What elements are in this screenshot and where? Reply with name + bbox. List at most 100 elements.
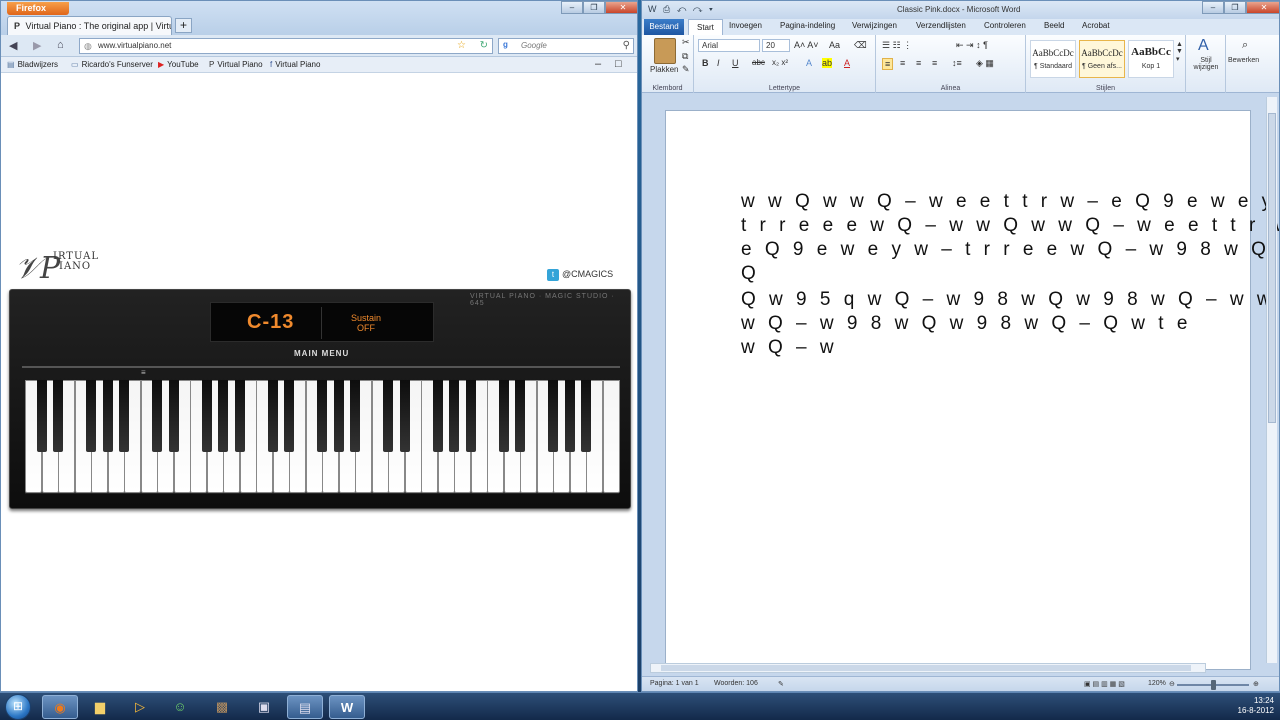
forward-icon[interactable]: ▶ — [33, 39, 41, 52]
explorer-taskbar-icon[interactable]: ▆ — [82, 695, 118, 719]
bookmark-item[interactable]: ▶ YouTube — [158, 60, 199, 69]
zoom-in-icon[interactable]: ⊕ — [1253, 680, 1259, 688]
document-page[interactable]: w w Q w w Q – w e e t t r w – e Q 9 e w … — [665, 110, 1279, 670]
black-key[interactable] — [432, 380, 443, 452]
align-center-icon[interactable]: ≡ — [900, 58, 905, 68]
black-key[interactable] — [152, 380, 162, 452]
main-menu-button[interactable]: MAIN MENU — [294, 349, 349, 358]
home-icon[interactable]: ⌂ — [57, 39, 64, 51]
black-key[interactable] — [86, 380, 96, 452]
bookmark-item[interactable]: P Virtual Piano — [209, 60, 263, 69]
align-left-icon[interactable]: ≡ — [882, 58, 894, 70]
black-key[interactable] — [564, 380, 575, 452]
tab-verwijzingen[interactable]: Verwijzingen — [852, 21, 897, 30]
black-key[interactable] — [102, 380, 113, 452]
change-case-icon[interactable]: Aa — [829, 40, 840, 50]
align-right-icon[interactable]: ≡ — [916, 58, 921, 68]
tab-pagina-indeling[interactable]: Pagina-indeling — [780, 21, 835, 30]
minimize-icon[interactable]: – — [561, 1, 583, 14]
messenger-taskbar-icon[interactable]: ☺ — [162, 695, 198, 719]
game-taskbar-icon[interactable]: ▩ — [204, 695, 240, 719]
black-key[interactable] — [465, 380, 476, 452]
app-taskbar-icon[interactable]: ▣ — [246, 695, 282, 719]
text-effects-icon[interactable]: A — [806, 58, 812, 68]
black-key[interactable] — [498, 380, 509, 452]
sustain-toggle[interactable]: Sustain OFF — [351, 313, 381, 333]
close-icon[interactable]: ✕ — [605, 1, 637, 14]
black-key[interactable] — [515, 380, 525, 452]
new-tab-button[interactable]: + — [175, 18, 192, 33]
vertical-scrollbar[interactable] — [1266, 97, 1277, 663]
style-geen-afstand[interactable]: AaBbCcDc ¶ Geen afs... — [1079, 40, 1125, 78]
bullets-icon[interactable]: ☰ ☷ ⋮ — [882, 40, 912, 51]
styles-scroll-icon[interactable]: ▲ ▼ ▾ — [1176, 41, 1183, 63]
clear-formatting-icon[interactable]: ⌫ — [854, 40, 867, 51]
tab-bestand[interactable]: Bestand — [644, 19, 684, 35]
underline-icon[interactable]: U — [732, 58, 739, 68]
browser-tab[interactable]: P Virtual Piano : The original app | Vir… — [7, 16, 172, 35]
proofing-icon[interactable]: ✎ — [778, 680, 784, 688]
zoom-level[interactable]: 120% — [1148, 680, 1166, 687]
tab-acrobat[interactable]: Acrobat — [1082, 21, 1110, 30]
black-key[interactable] — [36, 380, 47, 452]
highlight-icon[interactable]: ab — [822, 58, 833, 68]
bookmark-star-icon[interactable]: ☆ — [457, 40, 466, 51]
black-key[interactable] — [449, 380, 459, 452]
font-name-select[interactable]: Arial — [698, 39, 760, 52]
restore-icon[interactable]: ❐ — [583, 1, 605, 14]
zoom-slider-knob[interactable] — [1211, 680, 1216, 690]
url-bar[interactable]: ◍ www.virtualpiano.net ☆ ↻ — [79, 38, 493, 54]
back-icon[interactable]: ◀ — [9, 39, 17, 52]
black-key[interactable] — [548, 380, 558, 452]
horizontal-scrollbar[interactable] — [650, 663, 1206, 673]
minimize-icon[interactable]: – — [1202, 1, 1224, 14]
italic-icon[interactable]: I — [717, 58, 720, 68]
black-key[interactable] — [350, 380, 360, 452]
bookmark-item[interactable]: ▭ Ricardo's Funserver — [71, 60, 153, 69]
line-spacing-icon[interactable]: ↕≡ — [952, 58, 962, 68]
virtualpiano-logo[interactable]: 𝒱P IRTUAL IANO — [15, 251, 99, 287]
font-size-select[interactable]: 20 — [762, 39, 790, 52]
black-key[interactable] — [119, 380, 129, 452]
copy-icon[interactable]: ⧉ — [682, 51, 688, 62]
paste-button[interactable]: Plakken — [650, 65, 678, 74]
firefox-taskbar-icon[interactable]: ◉ — [42, 695, 78, 719]
black-key[interactable] — [383, 380, 393, 452]
black-key[interactable] — [218, 380, 228, 452]
page-count[interactable]: Pagina: 1 van 1 — [650, 680, 699, 687]
firefox-menu-button[interactable]: Firefox — [7, 2, 69, 15]
paste-icon[interactable] — [654, 38, 676, 64]
tab-start[interactable]: Start — [688, 19, 723, 35]
black-key[interactable] — [284, 380, 294, 452]
grip-icon[interactable]: ≡ — [141, 368, 146, 377]
zoom-slider[interactable] — [1177, 680, 1249, 690]
strikethrough-icon[interactable]: abc — [752, 58, 765, 67]
cut-icon[interactable]: ✂ — [682, 37, 690, 48]
media-player-taskbar-icon[interactable]: ▷ — [122, 695, 158, 719]
search-box[interactable]: g Google ⚲ — [498, 38, 634, 54]
tab-controleren[interactable]: Controleren — [984, 21, 1026, 30]
twitter-link[interactable]: t @CMAGICS — [547, 269, 613, 281]
search-icon[interactable]: ⚲ — [623, 40, 630, 51]
bold-icon[interactable]: B — [702, 58, 709, 68]
justify-icon[interactable]: ≡ — [932, 58, 937, 68]
minimize-icon[interactable]: – — [595, 58, 601, 70]
grow-font-icon[interactable]: A˄ A˅ — [794, 40, 819, 50]
tab-verzendlijsten[interactable]: Verzendlijsten — [916, 21, 966, 30]
start-button[interactable]: ⊞ — [5, 694, 31, 720]
transpose-display[interactable]: C-13 — [247, 311, 294, 334]
quick-access-toolbar[interactable]: W ⎙ ↶ ↷ ▾ — [648, 4, 715, 15]
style-kop-1[interactable]: AaBbCc Kop 1 — [1128, 40, 1174, 78]
black-key[interactable] — [399, 380, 410, 452]
black-key[interactable] — [168, 380, 179, 452]
indent-icon[interactable]: ⇤ ⇥ ↕ ¶ — [956, 40, 988, 51]
black-key[interactable] — [53, 380, 63, 452]
recorder-taskbar-icon[interactable]: ▤ — [287, 695, 323, 719]
zoom-out-icon[interactable]: ⊖ — [1169, 680, 1175, 688]
black-key[interactable] — [267, 380, 278, 452]
bookmark-item[interactable]: f Virtual Piano — [270, 60, 320, 69]
change-styles[interactable]: A Stijl wijzigen — [1186, 35, 1226, 93]
scroll-thumb[interactable] — [661, 665, 1191, 671]
subscript-icon[interactable]: x₂ x² — [772, 58, 788, 67]
word-taskbar-icon[interactable]: W — [329, 695, 365, 719]
